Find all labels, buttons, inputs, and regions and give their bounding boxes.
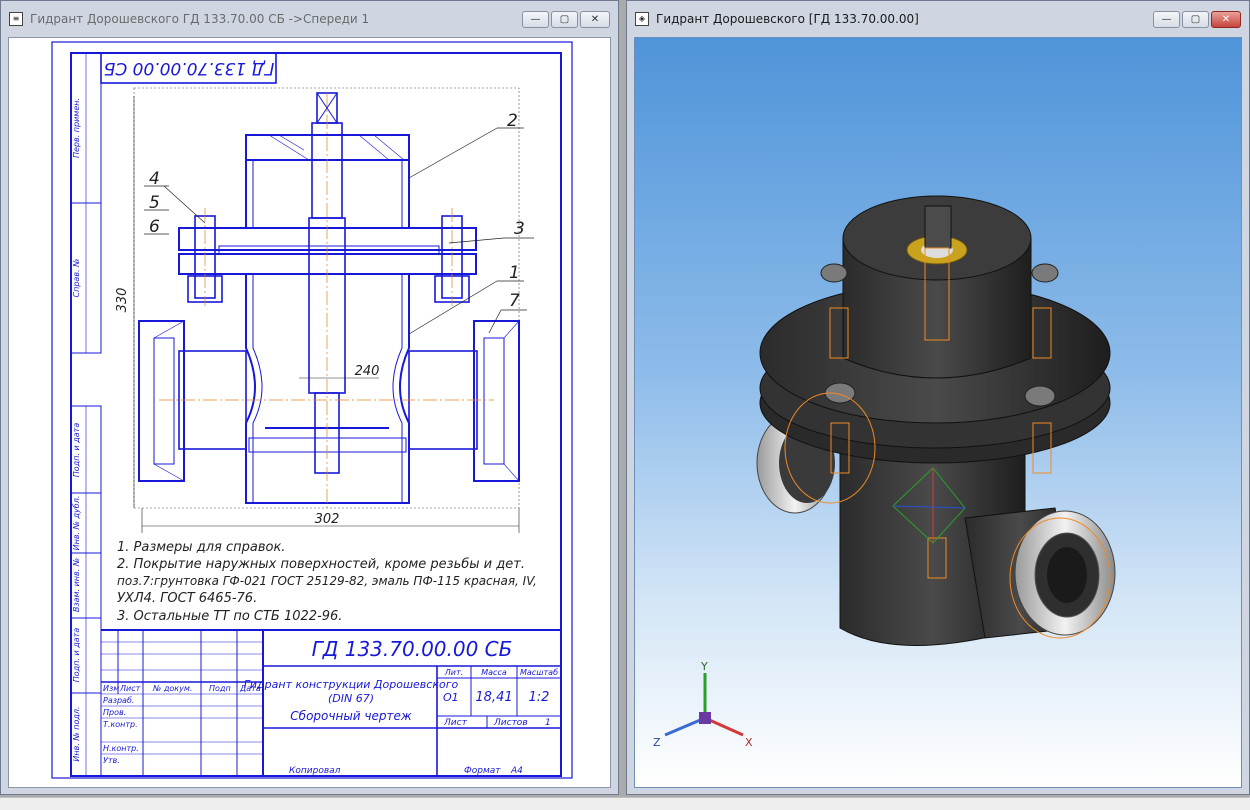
col-doc: № докум. <box>152 684 192 693</box>
note-2-cont: поз.7:грунтовка ГФ-021 ГОСТ 25129-82, эм… <box>117 574 537 588</box>
callout-7: 7 <box>509 291 520 311</box>
minimize-button[interactable]: — <box>522 11 549 28</box>
note-2-end: УХЛ4. ГОСТ 6465-76. <box>117 591 257 606</box>
axis-indicator: Y X Z <box>653 660 753 749</box>
sheet-label: Лист <box>443 718 468 728</box>
strip-label-2: Справ. № <box>72 259 81 298</box>
format-value: А4 <box>510 766 523 776</box>
status-bar <box>0 797 1250 810</box>
strip-label-7: Инв. № подл. <box>72 706 81 761</box>
mass-value: 18,41 <box>475 690 512 705</box>
title-designation: ГД 133.70.00.00 СБ <box>312 637 513 661</box>
strip-label-6: Подп. и дата <box>72 628 81 683</box>
strip-label-3: Подп. и дата <box>72 423 81 478</box>
dimension-inner: 240 <box>355 364 380 379</box>
callout-3: 3 <box>514 219 525 239</box>
row-utv: Утв. <box>103 756 120 765</box>
note-1: 1. Размеры для справок. <box>117 540 285 555</box>
hydrant-3d-model: Y X Z <box>653 195 1116 749</box>
sheets-value: 1 <box>545 718 551 728</box>
dimension-width: 302 <box>315 512 340 527</box>
callout-4: 4 <box>149 169 160 189</box>
note-3: 3. Остальные ТТ по СТБ 1022-96. <box>117 609 342 624</box>
close-button[interactable]: ✕ <box>1211 11 1241 28</box>
format-label: Формат <box>464 766 501 776</box>
row-prov: Пров. <box>103 708 126 717</box>
strip-label-1: Перв. примен. <box>72 98 81 158</box>
maximize-button[interactable]: ▢ <box>551 11 578 28</box>
rotated-designation: ГД 133.70.00.00 СБ <box>104 58 275 78</box>
drawing-canvas[interactable]: ГД 133.70.00.00 СБ Перв. примен. Справ. … <box>8 37 611 788</box>
scale-label: Масштаб <box>520 668 558 677</box>
drawing-window-titlebar[interactable]: ≡ Гидрант Дорошевского ГД 133.70.00 СБ -… <box>1 1 618 37</box>
title-name-3: Сборочный чертеж <box>290 709 412 723</box>
callout-2: 2 <box>507 111 518 131</box>
drawing-window[interactable]: ≡ Гидрант Дорошевского ГД 133.70.00 СБ -… <box>0 0 619 795</box>
strip-label-5: Взам. инв. № <box>72 558 81 612</box>
col-list: Лист <box>119 684 141 693</box>
dimension-height: 330 <box>115 288 130 313</box>
col-izm: Изм <box>103 684 119 693</box>
col-sign: Подп <box>209 684 231 693</box>
assembly-drawing: ГД 133.70.00.00 СБ Перв. примен. Справ. … <box>51 41 573 779</box>
scale-value: 1:2 <box>529 690 550 705</box>
model-window-titlebar[interactable]: ◈ Гидрант Дорошевского [ГД 133.70.00.00]… <box>627 1 1249 37</box>
row-tkontr: Т.контр. <box>103 720 138 729</box>
lit-label: Лит. <box>444 668 463 677</box>
callout-6: 6 <box>149 217 160 237</box>
minimize-button[interactable]: — <box>1153 11 1180 28</box>
mass-label: Масса <box>481 668 507 677</box>
close-button[interactable]: ✕ <box>580 11 610 28</box>
title-name-1: Гидрант конструкции Дорошевского <box>244 678 459 691</box>
callout-5: 5 <box>149 193 160 213</box>
note-2: 2. Покрытие наружных поверхностей, кроме… <box>117 557 525 572</box>
lit-value: О1 <box>443 691 459 704</box>
model-icon: ◈ <box>635 12 649 26</box>
model-window[interactable]: ◈ Гидрант Дорошевского [ГД 133.70.00.00]… <box>626 0 1250 795</box>
sheets-label: Листов <box>493 718 528 728</box>
model-window-title: Гидрант Дорошевского [ГД 133.70.00.00] <box>656 12 919 26</box>
model-viewport[interactable]: Y X Z <box>634 37 1242 788</box>
title-name-2: (DIN 67) <box>328 692 374 705</box>
copied-label: Копировал <box>289 766 341 776</box>
callout-1: 1 <box>509 263 520 283</box>
drawing-window-title: Гидрант Дорошевского ГД 133.70.00 СБ ->С… <box>30 12 370 26</box>
row-nkontr: Н.контр. <box>103 744 139 753</box>
row-razrab: Разраб. <box>103 696 134 705</box>
strip-label-4: Инв. № дубл. <box>72 496 81 551</box>
axis-z-label: Z <box>653 736 661 749</box>
document-icon: ≡ <box>9 12 23 26</box>
col-date: Дата <box>239 684 261 693</box>
axis-y-label: Y <box>700 660 708 673</box>
maximize-button[interactable]: ▢ <box>1182 11 1209 28</box>
axis-x-label: X <box>745 736 753 749</box>
